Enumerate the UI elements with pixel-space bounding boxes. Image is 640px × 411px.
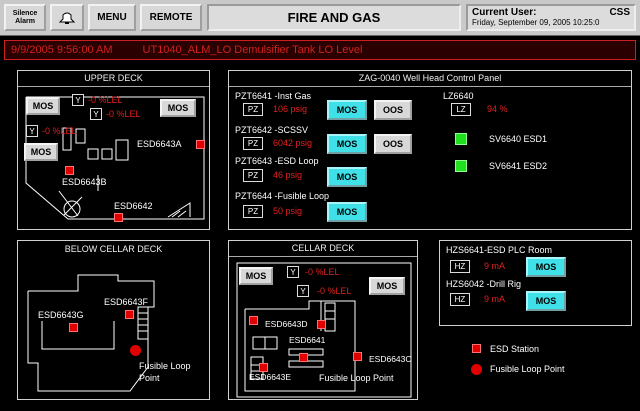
cellar-deck-reading-1: -0 %LEL: [305, 267, 340, 277]
esd6643b-label: ESD6643B: [62, 177, 107, 187]
hzs6641-value: 9 mA: [484, 261, 506, 271]
page-title: FIRE AND GAS: [207, 4, 461, 31]
alarm-timestamp: 9/9/2005 9:56:00 AM: [11, 44, 113, 56]
pzt6643-tag: PZ: [243, 169, 263, 182]
upper-deck-reading-3: -0 %LEL: [42, 126, 77, 136]
pzt6641-oos-button[interactable]: OOS: [374, 100, 412, 120]
cellar-deck-mos-button-1[interactable]: MOS: [239, 267, 273, 285]
esd6642-station[interactable]: [114, 213, 123, 222]
esd6643d-label: ESD6643D: [265, 319, 308, 329]
current-datetime: Friday, September 09, 2005 10:25:0: [472, 18, 600, 27]
pzt6644-label: PZT6644 -Fusible Loop: [235, 191, 330, 201]
esd6643e-label: ESD6643E: [249, 372, 292, 382]
alarm-banner[interactable]: 9/9/2005 9:56:00 AM UT1040_ALM_LO Demuls…: [4, 40, 636, 60]
pzt6644-value: 50 psig: [273, 206, 303, 216]
below-fusible-label: Fusible Loop: [139, 361, 191, 371]
pzt6642-tag: PZ: [243, 137, 263, 150]
esd6641-label: ESD6641: [289, 335, 326, 345]
bell-icon: [58, 12, 76, 24]
hzs6641-tag: HZ: [450, 260, 470, 273]
esd6641-station[interactable]: [299, 353, 308, 362]
hzs6042-mos-button[interactable]: MOS: [526, 291, 566, 311]
pzt6643-mos-button[interactable]: MOS: [327, 167, 367, 187]
pzt6643-value: 46 psig: [273, 170, 303, 180]
cellar-deck-reading-2: -0 %LEL: [317, 286, 352, 296]
hzs6042-label: HZS6042 -Drill Rig: [446, 279, 522, 289]
pzt6642-value: 6042 psig: [273, 138, 313, 148]
esd6643d-station[interactable]: [249, 316, 258, 325]
menu-button[interactable]: MENU: [88, 4, 136, 31]
below-point-label: Point: [139, 373, 160, 383]
sv6641-label: SV6641 ESD2: [489, 161, 548, 171]
pzt6643-label: PZT6643 -ESD Loop: [235, 156, 319, 166]
wellhead-title: ZAG-0040 Well Head Control Panel: [229, 73, 631, 87]
upper-deck-reading-2: -0 %LEL: [106, 109, 141, 119]
lz6640-label: LZ6640: [443, 91, 474, 101]
esd6642-label: ESD6642: [114, 201, 153, 211]
esd6643a-station[interactable]: [196, 140, 205, 149]
current-user-box: Current User: CSS Friday, September 09, 2…: [466, 4, 636, 31]
wellhead-panel: ZAG-0040 Well Head Control Panel PZT6641…: [228, 70, 632, 230]
esd6643f-station[interactable]: [125, 310, 134, 319]
lz6640-tag: LZ: [451, 103, 471, 116]
remote-button[interactable]: REMOTE: [140, 4, 202, 31]
upper-deck-y-indicator-2: Y: [90, 108, 102, 120]
esd6643g-label: ESD6643G: [38, 310, 84, 320]
upper-deck-reading-1: -0 %LEL: [88, 95, 123, 105]
sv6640-label: SV6640 ESD1: [489, 134, 548, 144]
below-cellar-deck-drawing: [27, 274, 155, 392]
upper-deck-mos-button-2[interactable]: MOS: [160, 99, 196, 117]
sv6640-status-indicator: [455, 133, 467, 145]
pzt6644-mos-button[interactable]: MOS: [327, 202, 367, 222]
upper-deck-panel: UPPER DECK MOS Y -0 %LEL Y -0 %LEL MOS Y…: [17, 70, 210, 230]
lz6640-value: 94 %: [487, 104, 508, 114]
cellar-fusible-label: Fusible Loop Point: [319, 373, 394, 383]
upper-deck-y-indicator-1: Y: [72, 94, 84, 106]
legend-fusible-loop-point-icon: [471, 364, 482, 375]
legend-esd-station-icon: [472, 344, 481, 353]
current-user-label: Current User:: [472, 7, 537, 18]
cellar-deck-mos-button-2[interactable]: MOS: [369, 277, 405, 295]
esd6643b-station[interactable]: [65, 166, 74, 175]
alarm-acknowledge-button[interactable]: [50, 4, 84, 31]
cellar-deck-y-indicator-2: Y: [297, 285, 309, 297]
alarm-message: UT1040_ALM_LO Demulsifier Tank LO Level: [142, 44, 363, 56]
legend-fusible-loop-point-label: Fusible Loop Point: [490, 364, 565, 374]
legend-esd-station-label: ESD Station: [490, 344, 540, 354]
esd6643g-station[interactable]: [69, 323, 78, 332]
toolbar: Silence Alarm MENU REMOTE FIRE AND GAS C…: [0, 0, 640, 36]
pzt6641-label: PZT6641 -Inst Gas: [235, 91, 312, 101]
pzt6642-oos-button[interactable]: OOS: [374, 134, 412, 154]
esd6643e-station[interactable]: [259, 363, 268, 372]
upper-deck-mos-button-3[interactable]: MOS: [24, 143, 58, 161]
cellar-deck-panel: CELLAR DECK MOS Y -0 %LEL Y -0 %LEL MOS …: [228, 240, 418, 400]
esd6643f-label: ESD6643F: [104, 297, 149, 307]
hzs6641-label: HZS6641-ESD PLC Room: [446, 245, 553, 255]
esd6643a-label: ESD6643A: [137, 139, 182, 149]
pzt6641-tag: PZ: [243, 103, 263, 116]
hzs6641-mos-button[interactable]: MOS: [526, 257, 566, 277]
hzs6042-value: 9 mA: [484, 294, 506, 304]
pzt6641-mos-button[interactable]: MOS: [327, 100, 367, 120]
sv6641-status-indicator: [455, 160, 467, 172]
below-cellar-deck-panel: BELOW CELLAR DECK ESD6643F ESD6643G Fusi…: [17, 240, 210, 400]
esd6643c-station[interactable]: [353, 352, 362, 361]
esd6643c-label: ESD6643C: [369, 354, 412, 364]
hzs6042-tag: HZ: [450, 293, 470, 306]
hzs-panel: HZS6641-ESD PLC Room HZ 9 mA MOS HZS6042…: [439, 240, 632, 326]
cellar-deck-y-indicator-1: Y: [287, 266, 299, 278]
upper-deck-y-indicator-3: Y: [26, 125, 38, 137]
pzt6642-label: PZT6642 -SCSSV: [235, 125, 309, 135]
current-user-name: CSS: [609, 7, 630, 18]
pzt6642-mos-button[interactable]: MOS: [327, 134, 367, 154]
fusible-loop-point-below[interactable]: [130, 345, 141, 356]
esd6643d-station-2[interactable]: [317, 320, 326, 329]
pzt6644-tag: PZ: [243, 205, 263, 218]
pzt6641-value: 106 psig: [273, 104, 308, 114]
silence-alarm-button[interactable]: Silence Alarm: [4, 4, 46, 31]
upper-deck-mos-button-1[interactable]: MOS: [26, 97, 60, 115]
